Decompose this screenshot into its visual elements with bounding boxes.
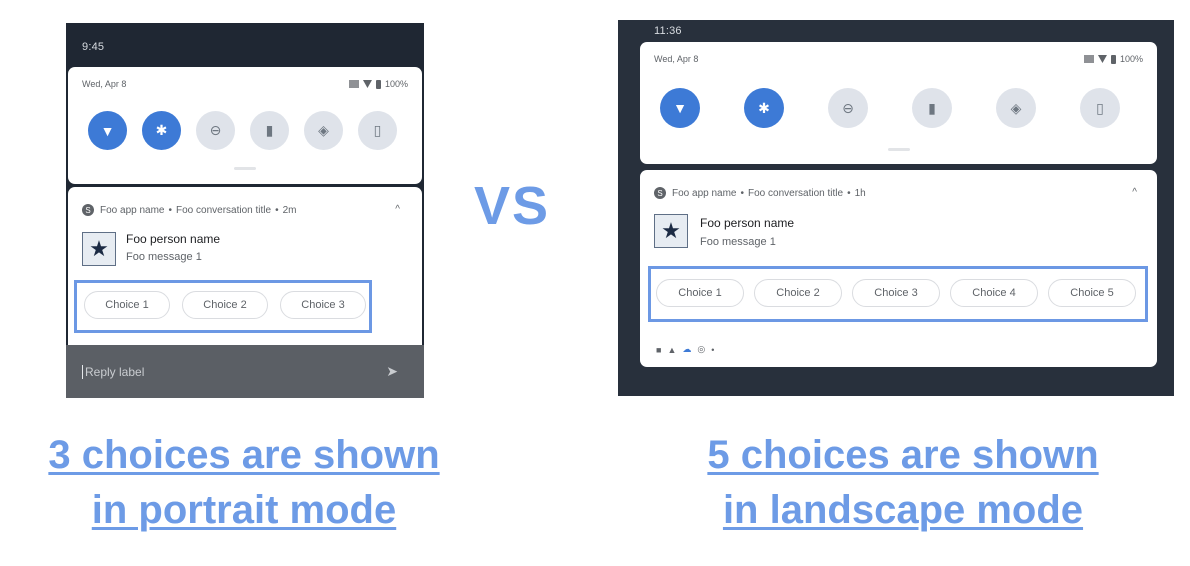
battery-percentage: 100%	[1119, 54, 1143, 64]
choice-button-5[interactable]: Choice 5	[1048, 279, 1136, 307]
battery-saver-icon[interactable]: ▯	[358, 111, 397, 150]
wifi-icon[interactable]: ▼	[88, 111, 127, 150]
quick-settings-date: Wed, Apr 8	[82, 79, 127, 89]
expand-collapse-icon[interactable]: ^	[395, 204, 400, 215]
app-icon: S	[654, 187, 666, 199]
more-dot-icon: •	[711, 344, 715, 355]
battery-percentage: 100%	[384, 79, 408, 89]
landscape-caption-line2: in landscape mode	[722, 488, 1084, 532]
bluetooth-icon[interactable]: ✱	[744, 88, 784, 128]
notification-time: 1h	[854, 187, 866, 199]
reply-placeholder: Reply label	[82, 365, 144, 379]
app-icon: S	[82, 204, 94, 216]
choice-button-3[interactable]: Choice 3	[852, 279, 940, 307]
notification-message: Foo message 1	[700, 236, 776, 248]
landscape-caption-line1: 5 choices are shown	[707, 433, 1099, 477]
settings-icon: ◎	[697, 344, 706, 354]
quick-settings-panel: Wed, Apr 8 100% ▼ ✱ ⊖ ▮ ◈ ▯	[68, 67, 422, 184]
battery-icon	[1110, 54, 1116, 64]
notification-card[interactable]: S Foo app name • Foo conversation title …	[640, 170, 1157, 367]
quick-settings-panel: Wed, Apr 8 100% ▼ ✱ ⊖ ▮ ◈ ▯	[640, 42, 1157, 164]
choice-button-1[interactable]: Choice 1	[84, 291, 170, 319]
battery-icon	[375, 79, 381, 89]
choice-button-2[interactable]: Choice 2	[754, 279, 842, 307]
smart-reply-choices: Choice 1 Choice 2 Choice 3 Choice 4 Choice 5	[656, 279, 1136, 307]
choice-button-3[interactable]: Choice 3	[280, 291, 366, 319]
reply-input[interactable]: Reply label ➤	[66, 345, 424, 398]
portrait-caption-line1: 3 choices are shown	[48, 433, 440, 477]
portrait-caption-line2: in portrait mode	[91, 488, 397, 532]
landscape-caption[interactable]: 5 choices are shown in landscape mode	[600, 428, 1190, 538]
wifi-status-icon	[362, 80, 372, 88]
signal-icon	[1083, 55, 1094, 63]
signal-icon	[348, 80, 359, 88]
status-icons: 100%	[348, 79, 408, 89]
avatar: ★	[654, 214, 688, 248]
drag-handle[interactable]	[234, 167, 256, 170]
avatar: ★	[82, 232, 116, 266]
notification-header: S Foo app name • Foo conversation title …	[82, 204, 297, 216]
wifi-icon[interactable]: ▼	[660, 88, 700, 128]
battery-saver-icon[interactable]: ▯	[1080, 88, 1120, 128]
vs-label: VS	[474, 176, 551, 236]
app-name: Foo app name	[672, 187, 737, 199]
status-icons: 100%	[1083, 54, 1143, 64]
smart-reply-choices: Choice 1 Choice 2 Choice 3	[84, 291, 366, 319]
camera-icon: ■	[656, 344, 662, 355]
person-name: Foo person name	[700, 216, 795, 230]
bottom-status-icons: ■ ▲ ☁ ◎ •	[656, 344, 714, 355]
status-bar-time: 11:36	[654, 25, 682, 37]
quick-settings-date: Wed, Apr 8	[654, 54, 699, 64]
person-name: Foo person name	[126, 232, 221, 246]
cloud-icon: ☁	[682, 344, 692, 354]
expand-collapse-icon[interactable]: ^	[1132, 187, 1137, 198]
bluetooth-icon[interactable]: ✱	[142, 111, 181, 150]
notification-header: S Foo app name • Foo conversation title …	[654, 187, 866, 199]
rotate-icon[interactable]: ◈	[996, 88, 1036, 128]
portrait-caption[interactable]: 3 choices are shown in portrait mode	[0, 428, 488, 538]
quick-settings-tiles: ▼ ✱ ⊖ ▮ ◈ ▯	[68, 111, 422, 150]
conversation-title: Foo conversation title	[748, 187, 844, 199]
warning-icon: ▲	[667, 344, 677, 355]
choice-button-2[interactable]: Choice 2	[182, 291, 268, 319]
notification-time: 2m	[282, 204, 297, 216]
do-not-disturb-icon[interactable]: ⊖	[196, 111, 235, 150]
notification-message: Foo message 1	[126, 251, 202, 263]
status-bar-time: 9:45	[82, 41, 105, 53]
wifi-status-icon	[1097, 55, 1107, 63]
flashlight-icon[interactable]: ▮	[912, 88, 952, 128]
choice-button-1[interactable]: Choice 1	[656, 279, 744, 307]
rotate-icon[interactable]: ◈	[304, 111, 343, 150]
quick-settings-tiles: ▼ ✱ ⊖ ▮ ◈ ▯	[640, 88, 1157, 128]
conversation-title: Foo conversation title	[176, 204, 272, 216]
portrait-phone-screenshot: 9:45 Wed, Apr 8 100% ▼ ✱ ⊖ ▮ ◈ ▯ S Foo app na…	[66, 23, 424, 398]
do-not-disturb-icon[interactable]: ⊖	[828, 88, 868, 128]
landscape-phone-screenshot: 11:36 Wed, Apr 8 100% ▼ ✱ ⊖ ▮ ◈ ▯ S Foo app n…	[618, 20, 1174, 396]
drag-handle[interactable]	[887, 148, 910, 151]
choice-button-4[interactable]: Choice 4	[950, 279, 1038, 307]
app-name: Foo app name	[100, 204, 165, 216]
flashlight-icon[interactable]: ▮	[250, 111, 289, 150]
send-icon[interactable]: ➤	[386, 363, 398, 380]
